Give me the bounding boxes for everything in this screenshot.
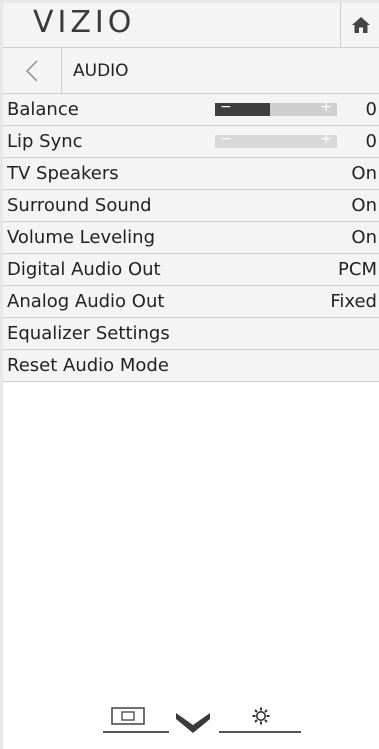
plus-icon: +: [320, 131, 332, 147]
menu-item-value: 0: [365, 131, 377, 152]
menu-item-balance[interactable]: Balance − + 0: [3, 94, 379, 126]
header-bar: VIZIO: [3, 3, 379, 48]
plus-icon: +: [320, 99, 332, 115]
minus-icon: −: [220, 131, 232, 147]
home-icon: [351, 17, 370, 33]
menu-item-label: Balance: [7, 99, 79, 120]
balance-slider[interactable]: − +: [215, 99, 337, 116]
menu-item-tv-speakers[interactable]: TV Speakers On: [3, 158, 379, 190]
menu-item-value: PCM: [338, 259, 377, 280]
audio-menu: Balance − + 0 Lip Sync − + 0 TV Speakers…: [3, 94, 379, 382]
menu-item-value: On: [351, 195, 377, 216]
menu-item-label: Lip Sync: [7, 131, 83, 152]
menu-item-label: Equalizer Settings: [7, 323, 170, 344]
menu-item-label: Reset Audio Mode: [7, 355, 169, 376]
menu-item-label: TV Speakers: [7, 163, 119, 184]
menu-item-lip-sync[interactable]: Lip Sync − + 0: [3, 126, 379, 158]
menu-item-label: Volume Leveling: [7, 227, 156, 248]
menu-item-value: 0: [365, 99, 377, 120]
back-arrow-icon: [25, 59, 38, 82]
menu-item-digital-audio-out[interactable]: Digital Audio Out PCM: [3, 254, 379, 286]
footer-underline-right: [219, 731, 301, 733]
menu-item-value: On: [351, 227, 377, 248]
footer-nav: [3, 703, 379, 749]
menu-item-value: On: [351, 163, 377, 184]
menu-item-analog-audio-out[interactable]: Analog Audio Out Fixed: [3, 286, 379, 318]
breadcrumb: AUDIO: [3, 48, 379, 94]
lip-sync-slider[interactable]: − +: [215, 131, 337, 148]
chevron-down-icon: [176, 713, 210, 733]
menu-item-reset-audio-mode[interactable]: Reset Audio Mode: [3, 350, 379, 382]
menu-item-label: Surround Sound: [7, 195, 152, 216]
back-button[interactable]: [3, 48, 62, 93]
footer-underline-left: [103, 731, 169, 733]
settings-button[interactable]: [252, 707, 270, 725]
menu-item-label: Analog Audio Out: [7, 291, 165, 312]
minus-icon: −: [220, 99, 232, 115]
menu-item-equalizer-settings[interactable]: Equalizer Settings: [3, 318, 379, 350]
picture-icon: [111, 707, 145, 725]
picture-mode-button[interactable]: [111, 707, 145, 725]
vizio-logo: VIZIO: [33, 5, 136, 40]
menu-item-volume-leveling[interactable]: Volume Leveling On: [3, 222, 379, 254]
page-title: AUDIO: [73, 61, 129, 81]
gear-icon: [252, 707, 270, 725]
menu-item-surround-sound[interactable]: Surround Sound On: [3, 190, 379, 222]
menu-item-value: Fixed: [330, 291, 377, 312]
menu-item-label: Digital Audio Out: [7, 259, 161, 280]
home-button[interactable]: [340, 3, 379, 47]
collapse-menu-button[interactable]: [175, 711, 211, 735]
settings-panel: VIZIO AUDIO Balance − + 0 Lip Sync − + 0…: [0, 0, 379, 749]
